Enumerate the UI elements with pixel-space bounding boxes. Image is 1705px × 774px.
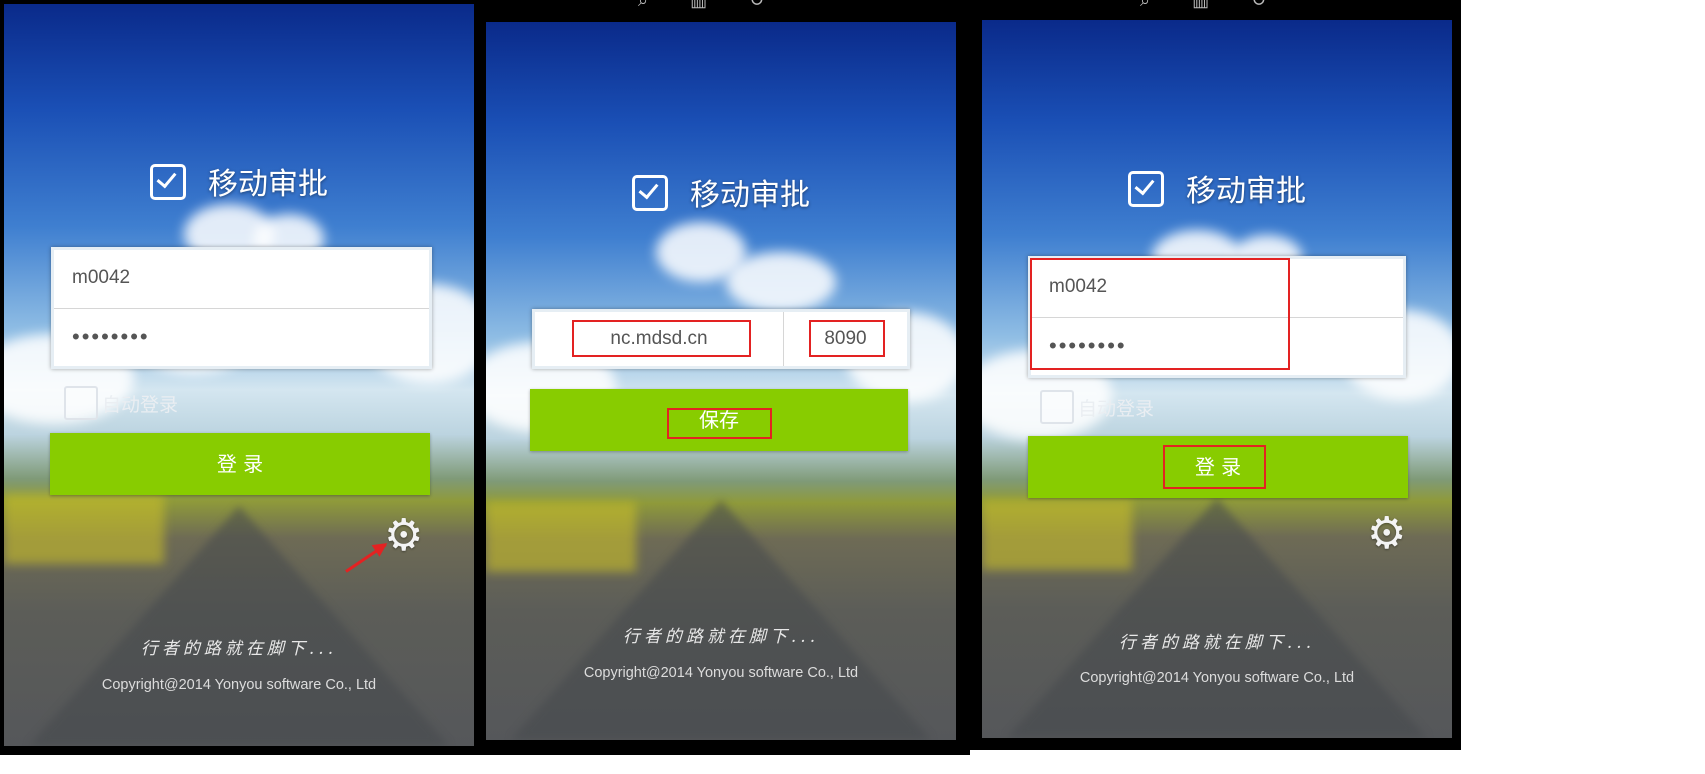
gear-icon[interactable]: ⚙ <box>384 514 423 558</box>
auto-login-checkbox[interactable]: 自动登录 <box>64 386 178 420</box>
top-toolbar: ⌕ ▥ ↻ <box>1140 0 1266 11</box>
app-title-text: 移动审批 <box>690 178 810 213</box>
credentials-highlight <box>1030 258 1290 370</box>
search-icon[interactable]: ⌕ <box>638 0 648 11</box>
rotate-icon[interactable]: ↻ <box>1251 0 1266 11</box>
server-address-highlight <box>572 320 751 357</box>
gear-icon[interactable]: ⚙ <box>1367 512 1406 556</box>
save-highlight <box>667 408 772 439</box>
phone-screenshot-login: 移动审批 m0042 •••••••• 自动登录 登 录 ⚙ 行者的路就在脚下.… <box>0 0 478 755</box>
checkbox-icon <box>1128 171 1164 207</box>
login-form: m0042 •••••••• <box>51 247 432 369</box>
motto-text: 行者的路就在脚下... <box>1118 633 1316 653</box>
auto-login-label: 自动登录 <box>1078 398 1155 420</box>
search-icon[interactable]: ⌕ <box>1140 0 1150 11</box>
copyright-text: Copyright@2014 Yonyou software Co., Ltd <box>101 677 377 693</box>
top-toolbar: ⌕ ▥ ↻ <box>638 0 764 11</box>
login-screen: 移动审批 m0042 •••••••• 自动登录 登 录 ⚙ 行者的路就在脚下.… <box>4 4 474 746</box>
auto-login-label: 自动登录 <box>102 394 179 416</box>
port-highlight <box>809 320 885 357</box>
checkbox-icon <box>150 164 186 200</box>
settings-screen: 移动审批 nc.mdsd.cn 8090 保存 行者的路就在脚下... Copy… <box>486 22 956 740</box>
app-title-text: 移动审批 <box>208 167 328 202</box>
checkbox[interactable] <box>64 386 98 420</box>
password-field[interactable]: •••••••• <box>54 308 429 364</box>
app-title: 移动审批 <box>486 170 956 214</box>
rotate-icon[interactable]: ↻ <box>749 0 764 11</box>
checkbox-icon <box>632 175 668 211</box>
motto-text: 行者的路就在脚下... <box>140 639 338 659</box>
login-screen: 移动审批 m0042 •••••••• 自动登录 登 录 ⚙ 行者的路就在脚下.… <box>982 20 1452 738</box>
copyright-text: Copyright@2014 Yonyou software Co., Ltd <box>583 665 859 681</box>
trash-icon[interactable]: ▥ <box>1192 0 1209 11</box>
login-button[interactable]: 登 录 <box>50 433 430 495</box>
username-field[interactable]: m0042 <box>54 250 429 305</box>
motto-text: 行者的路就在脚下... <box>622 627 820 647</box>
phone-screenshot-login-highlighted: ⌕ ▥ ↻ 移动审批 m0042 •••••••• 自动登录 登 录 ⚙ 行者的… <box>970 0 1461 750</box>
app-title-text: 移动审批 <box>1186 174 1306 209</box>
login-button-highlight <box>1163 445 1266 489</box>
copyright-text: Copyright@2014 Yonyou software Co., Ltd <box>1079 670 1355 686</box>
phone-screenshot-settings: ⌕ ▥ ↻ 移动审批 nc.mdsd.cn 8090 保存 行者的路就在脚下..… <box>478 0 970 755</box>
checkbox[interactable] <box>1040 390 1074 424</box>
app-title: 移动审批 <box>4 159 474 203</box>
trash-icon[interactable]: ▥ <box>690 0 707 11</box>
app-title: 移动审批 <box>982 166 1452 210</box>
auto-login-checkbox[interactable]: 自动登录 <box>1040 390 1154 424</box>
